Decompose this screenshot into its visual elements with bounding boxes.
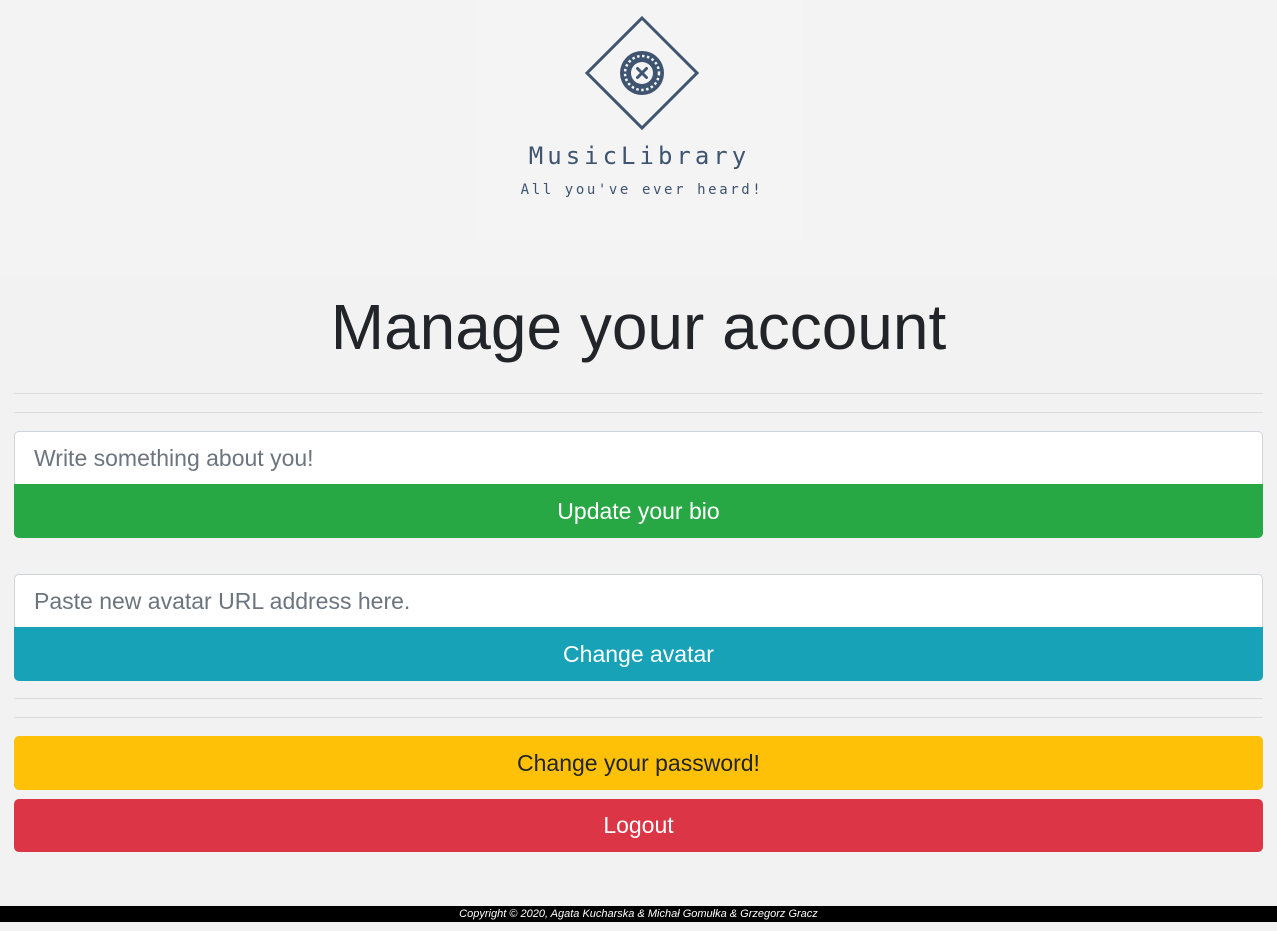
divider: [14, 698, 1263, 699]
header: MusicLibrary All you've ever heard!: [0, 0, 1277, 278]
divider: [14, 412, 1263, 413]
change-avatar-button[interactable]: Change avatar: [14, 627, 1263, 681]
footer: Copyright © 2020, Agata Kucharska & Mich…: [0, 906, 1277, 922]
divider: [14, 393, 1263, 394]
copyright-text: Copyright © 2020, Agata Kucharska & Mich…: [459, 908, 818, 920]
page: MusicLibrary All you've ever heard! Mana…: [0, 0, 1277, 931]
bio-input[interactable]: [14, 431, 1263, 485]
avatar-url-input[interactable]: [14, 574, 1263, 628]
brand-tagline: All you've ever heard!: [520, 182, 764, 198]
change-password-button[interactable]: Change your password!: [14, 736, 1263, 790]
logo[interactable]: MusicLibrary All you've ever heard!: [477, 0, 802, 241]
page-title: Manage your account: [330, 291, 947, 363]
brand-name: MusicLibrary: [528, 142, 751, 170]
logout-button[interactable]: Logout: [14, 799, 1263, 852]
vinyl-record-icon: [584, 15, 700, 131]
divider: [14, 717, 1263, 718]
update-bio-button[interactable]: Update your bio: [14, 484, 1263, 538]
